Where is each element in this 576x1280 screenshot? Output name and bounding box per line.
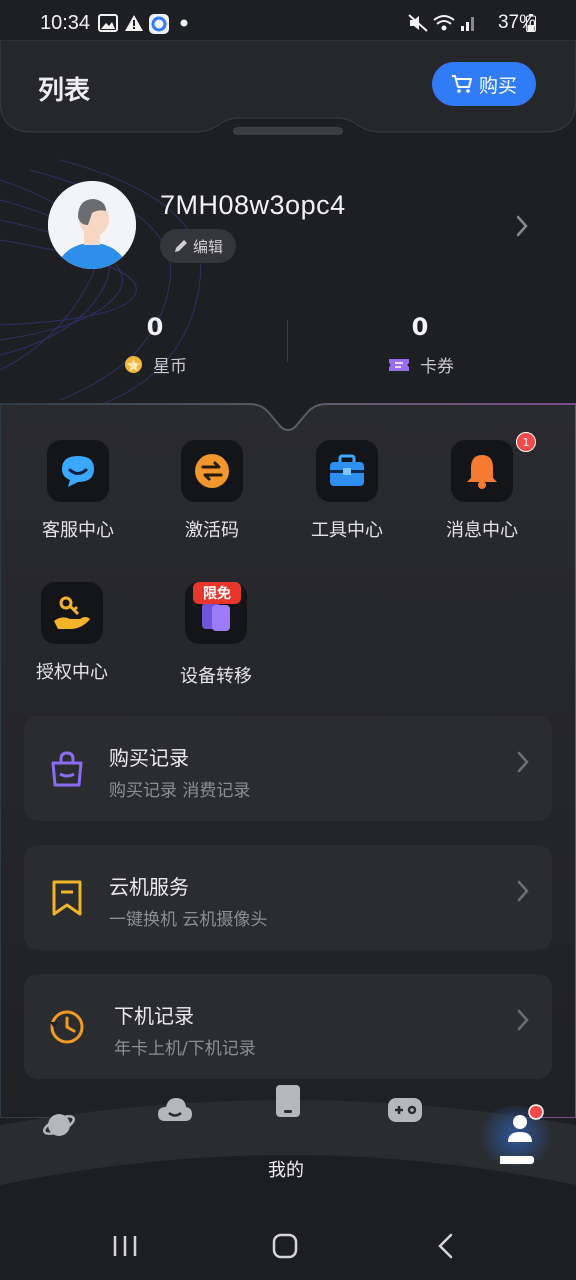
exchange-icon (181, 440, 243, 502)
grid-item-activation-code[interactable]: 激活码 (157, 440, 267, 542)
coin-value: 0 (146, 313, 164, 341)
grid-item-customer-service[interactable]: 客服中心 (23, 440, 133, 542)
toolbox-icon (316, 440, 378, 502)
grid-item-tool-center[interactable]: 工具中心 (292, 440, 402, 542)
pencil-icon (174, 240, 187, 252)
grid-label: 设备转移 (180, 666, 252, 687)
signal-icon (461, 17, 474, 31)
grid-item-device-transfer[interactable]: 限免 设备转移 (161, 582, 271, 688)
back-icon[interactable] (436, 1233, 456, 1259)
active-nav-label: 我的 (268, 1160, 304, 1181)
grid-label: 工具中心 (311, 520, 383, 541)
gamepad-icon[interactable] (386, 1096, 424, 1124)
ticket-stat[interactable]: 卡券 (388, 352, 454, 377)
cloud-service-card[interactable]: 云机服务 一键换机 云机摄像头 (24, 845, 552, 950)
dot-icon (180, 19, 188, 27)
gallery-icon (98, 14, 118, 32)
buy-button-label: 购买 (478, 74, 517, 97)
chat-icon (47, 440, 109, 502)
app-icon (149, 14, 169, 34)
edit-profile-button[interactable]: 编辑 (160, 229, 236, 263)
username: 7MH08w3opc4 (160, 190, 346, 220)
avatar[interactable] (48, 181, 136, 269)
phone-icon[interactable] (274, 1083, 302, 1119)
bell-icon (451, 440, 513, 502)
coin-stat[interactable]: 星币 (124, 352, 187, 377)
card-subtitle: 购买记录 消费记录 (109, 781, 251, 801)
battery-icon (526, 14, 536, 32)
ticket-label: 卡券 (420, 357, 454, 377)
cloud-icon[interactable] (157, 1095, 193, 1125)
chevron-right-icon (517, 1009, 529, 1031)
coin-icon (124, 355, 143, 374)
card-title: 云机服务 (109, 875, 189, 899)
grid-label: 消息中心 (446, 520, 518, 541)
grid-label: 激活码 (185, 520, 239, 541)
stats-divider (287, 320, 288, 362)
drag-handle[interactable] (233, 127, 343, 135)
buy-button[interactable]: 购买 (432, 62, 536, 106)
cart-icon (451, 75, 472, 93)
warning-icon (125, 15, 143, 31)
card-title: 下机记录 (114, 1004, 194, 1028)
free-tag: 限免 (193, 582, 241, 604)
message-badge: 1 (516, 432, 536, 452)
edit-label: 编辑 (192, 237, 223, 256)
chevron-right-icon (517, 751, 529, 773)
wifi-icon (433, 15, 455, 31)
ticket-value: 0 (411, 313, 429, 341)
grid-item-message-center[interactable]: 消息中心 (427, 440, 537, 542)
planet-icon[interactable] (42, 1108, 76, 1142)
user-notification-dot (528, 1104, 544, 1120)
card-subtitle: 一键换机 云机摄像头 (109, 910, 268, 930)
offline-records-card[interactable]: 下机记录 年卡上机/下机记录 (24, 974, 552, 1079)
bag-icon (51, 751, 83, 787)
purchase-records-card[interactable]: 购买记录 购买记录 消费记录 (24, 716, 552, 821)
avatar-image (48, 181, 136, 269)
page-title: 列表 (38, 76, 91, 106)
recent-apps-icon[interactable] (112, 1234, 138, 1258)
coin-label: 星币 (153, 357, 187, 377)
mute-icon (408, 14, 428, 32)
chevron-right-icon (517, 880, 529, 902)
key-hand-icon (41, 582, 103, 644)
bookmark-icon (52, 880, 82, 916)
grid-label: 授权中心 (36, 662, 108, 683)
profile-chevron-right-icon[interactable] (512, 213, 532, 239)
card-title: 购买记录 (109, 746, 189, 770)
clock-icon (50, 1010, 84, 1044)
status-time: 10:34 (40, 12, 91, 34)
home-icon[interactable] (272, 1233, 298, 1259)
grid-item-auth-center[interactable]: 授权中心 (17, 582, 127, 684)
card-subtitle: 年卡上机/下机记录 (114, 1039, 256, 1059)
grid-label: 客服中心 (42, 520, 114, 541)
ticket-icon (389, 358, 409, 371)
